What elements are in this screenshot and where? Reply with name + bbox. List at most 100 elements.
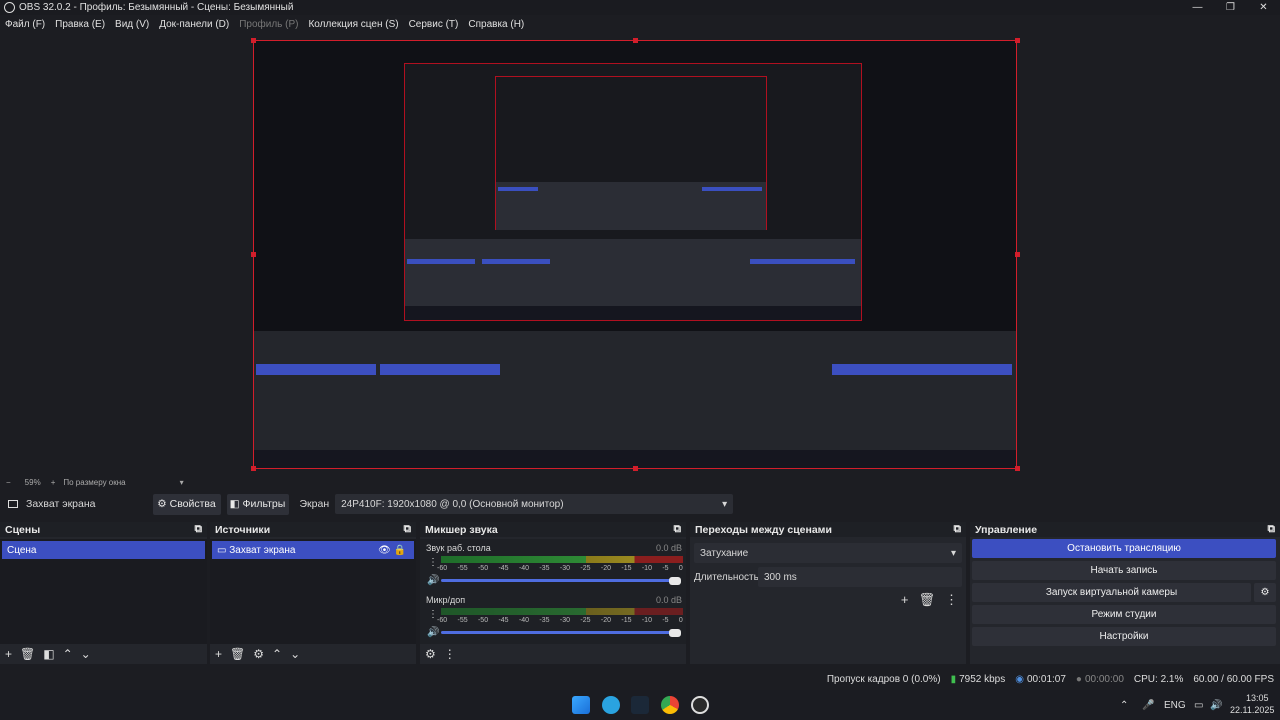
transition-select-value: Затухание <box>700 547 749 559</box>
virtual-camera-button[interactable]: Запуск виртуальной камеры <box>972 583 1251 602</box>
controls-dock: Управление ⧉ Остановить трансляцию Начать… <box>970 522 1280 664</box>
telegram-icon[interactable] <box>602 696 620 714</box>
current-source-name: Захват экрана <box>26 498 96 510</box>
volume-slider-knob[interactable] <box>669 577 681 585</box>
fps: 60.00 / 60.00 FPS <box>1193 673 1274 685</box>
microphone-icon[interactable]: 🎤 <box>1142 700 1154 711</box>
nested-capture <box>404 63 862 321</box>
resize-handle[interactable] <box>1015 38 1020 43</box>
gear-icon[interactable]: ⚙ <box>253 647 264 661</box>
zoom-mode[interactable]: По размеру окна <box>63 478 125 487</box>
dock-undock-icon[interactable]: ⧉ <box>674 523 682 536</box>
cpu-usage: CPU: 2.1% <box>1133 673 1184 685</box>
chrome-icon[interactable] <box>661 696 679 714</box>
windows-start-icon[interactable] <box>572 696 590 714</box>
kebab-menu-icon[interactable]: ⋮ <box>945 592 958 608</box>
transition-select[interactable]: Затухание ▾ <box>694 543 962 563</box>
studio-mode-button[interactable]: Режим студии <box>972 605 1276 624</box>
dock-undock-icon[interactable]: ⧉ <box>1268 523 1276 536</box>
volume-icon[interactable]: 🔊 <box>1210 700 1222 711</box>
menu-scene-collection[interactable]: Коллекция сцен (S) <box>308 19 398 30</box>
zoom-in-button[interactable]: + <box>51 478 56 487</box>
speaker-icon[interactable]: 🔊 <box>427 575 439 586</box>
window-title: OBS 32.0.2 - Профиль: Безымянный - Сцены… <box>19 2 294 13</box>
transitions-title: Переходы между сценами <box>695 523 832 536</box>
settings-button[interactable]: Настройки <box>972 627 1276 646</box>
dock-undock-icon[interactable]: ⧉ <box>954 523 962 536</box>
close-button[interactable]: ✕ <box>1247 0 1280 15</box>
controls-title: Управление <box>975 523 1038 536</box>
network-icon[interactable]: ▭ <box>1194 700 1203 711</box>
filter-icon[interactable]: ◧ <box>43 647 54 661</box>
monitor-icon <box>8 500 18 508</box>
volume-slider[interactable] <box>441 631 677 634</box>
move-up-icon[interactable]: ⌃ <box>272 647 282 661</box>
menu-profile[interactable]: Профиль (P) <box>239 19 298 30</box>
chevron-down-icon: ▾ <box>722 498 728 510</box>
trash-icon[interactable]: 🗑 <box>20 647 35 661</box>
resize-handle[interactable] <box>1015 466 1020 471</box>
volume-slider[interactable] <box>441 579 677 582</box>
resize-handle[interactable] <box>251 466 256 471</box>
resize-handle[interactable] <box>1015 252 1020 257</box>
preview-canvas[interactable] <box>253 40 1017 469</box>
screen-select[interactable]: 24P410F: 1920x1080 @ 0,0 (Основной монит… <box>335 494 734 514</box>
resize-handle[interactable] <box>251 252 256 257</box>
add-icon[interactable]: + <box>901 592 909 608</box>
trash-icon[interactable]: 🗑 <box>918 592 935 608</box>
filters-button[interactable]: ◧ Фильтры <box>226 493 289 515</box>
record-time: 00:00:00 <box>1084 673 1124 685</box>
start-record-button[interactable]: Начать запись <box>972 561 1276 580</box>
chevron-down-icon[interactable]: ▾ <box>180 478 184 487</box>
source-item-label: Захват экрана <box>229 544 296 556</box>
clock-time[interactable]: 13:05 <box>1246 693 1269 703</box>
clock-date[interactable]: 22.11.2025 <box>1230 705 1274 715</box>
scene-item[interactable]: Сцена <box>2 541 205 559</box>
stream-time: 00:01:07 <box>1026 673 1066 685</box>
language-indicator[interactable]: ENG <box>1164 700 1186 711</box>
lock-icon[interactable]: 🔒 <box>394 545 406 556</box>
volume-slider-knob[interactable] <box>669 629 681 637</box>
obs-taskbar-icon[interactable] <box>691 696 709 714</box>
channel-name: Микр/доп <box>426 595 466 605</box>
eye-icon[interactable]: 👁 <box>378 545 391 556</box>
menu-help[interactable]: Справка (H) <box>468 19 524 30</box>
move-down-icon[interactable]: ⌄ <box>81 647 91 661</box>
maximize-button[interactable]: ❐ <box>1214 0 1247 15</box>
meter-scale: -60 -55 -50 -45 -40 -35 -30 -25 -20 -15 -10 -5 0 <box>437 617 683 624</box>
trash-icon[interactable]: 🗑 <box>230 647 245 661</box>
stop-stream-button[interactable]: Остановить трансляцию <box>972 539 1276 558</box>
resize-handle[interactable] <box>633 38 638 43</box>
screen-label: Экран <box>299 498 330 510</box>
menu-file[interactable]: Файл (F) <box>5 19 45 30</box>
speaker-icon[interactable]: 🔊 <box>427 627 439 638</box>
transitions-dock: Переходы между сценами ⧉ Затухание ▾ Длите… <box>690 522 966 664</box>
move-down-icon[interactable]: ⌄ <box>290 647 300 661</box>
mixer-settings-icon[interactable]: ⚙ <box>425 647 436 661</box>
filters-label: Фильтры <box>242 498 286 510</box>
steam-icon[interactable] <box>631 696 649 714</box>
properties-button[interactable]: ⚙ Свойства <box>152 493 221 515</box>
duration-input[interactable]: 300 ms <box>758 567 962 587</box>
tray-overflow-icon[interactable]: ⌃ <box>1120 700 1128 711</box>
menu-tools[interactable]: Сервис (T) <box>409 19 459 30</box>
zoom-out-button[interactable]: − <box>6 478 11 487</box>
status-bar: Пропуск кадров 0 (0.0%) ▮ 7952 kbps ◉ 00… <box>0 670 1280 688</box>
move-up-icon[interactable]: ⌃ <box>63 647 73 661</box>
resize-handle[interactable] <box>251 38 256 43</box>
zoom-level: 59% <box>24 477 41 487</box>
menu-view[interactable]: Вид (V) <box>115 19 149 30</box>
kebab-menu-icon[interactable]: ⋮ <box>444 647 456 661</box>
gear-icon[interactable]: ⚙ <box>1254 583 1276 602</box>
screen-select-value: 24P410F: 1920x1080 @ 0,0 (Основной монит… <box>341 498 564 510</box>
add-icon[interactable]: + <box>215 647 222 661</box>
dock-undock-icon[interactable]: ⧉ <box>404 523 412 536</box>
resize-handle[interactable] <box>633 466 638 471</box>
dock-undock-icon[interactable]: ⧉ <box>195 523 203 536</box>
menu-edit[interactable]: Правка (E) <box>55 19 105 30</box>
add-icon[interactable]: + <box>5 647 12 661</box>
source-item[interactable]: ▭ Захват экрана 👁 🔒 <box>212 541 414 559</box>
minimize-button[interactable]: — <box>1181 0 1214 15</box>
menu-bar: Файл (F) Правка (E) Вид (V) Док-панели (… <box>0 16 1280 32</box>
menu-docks[interactable]: Док-панели (D) <box>159 19 229 30</box>
